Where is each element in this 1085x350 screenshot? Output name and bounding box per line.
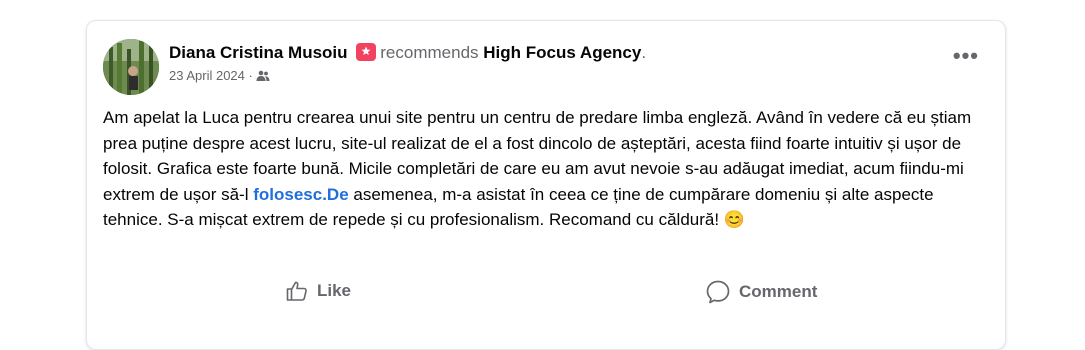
inline-link[interactable]: folosesc.De — [253, 185, 348, 204]
author-name[interactable]: Diana Cristina Musoiu — [169, 43, 348, 62]
friends-icon[interactable] — [256, 70, 270, 82]
like-label: Like — [317, 281, 352, 300]
comment-bubble-icon — [706, 280, 730, 304]
page-name-link[interactable]: High Focus Agency — [483, 43, 641, 62]
post-header: Diana Cristina Musoiu recommends High Fo… — [169, 41, 646, 83]
like-button[interactable]: Like — [285, 279, 351, 303]
avatar[interactable] — [103, 39, 159, 95]
post-card: Diana Cristina Musoiu recommends High Fo… — [86, 20, 1006, 350]
comment-label: Comment — [739, 282, 818, 301]
action-bar: Like Comment — [87, 279, 1005, 319]
post-body: Am apelat la Luca pentru crearea unui si… — [103, 105, 993, 233]
header-period: . — [641, 43, 647, 62]
recommends-text: recommends — [380, 43, 479, 62]
more-options-button[interactable]: ••• — [953, 45, 979, 67]
date-separator: · — [244, 68, 257, 83]
smiling-emoji-icon: 😊 — [723, 210, 745, 229]
post-date[interactable]: 23 April 2024 — [169, 68, 245, 83]
recommend-icon — [356, 43, 377, 61]
comment-button[interactable]: Comment — [705, 279, 817, 305]
thumbs-up-icon — [286, 281, 307, 301]
